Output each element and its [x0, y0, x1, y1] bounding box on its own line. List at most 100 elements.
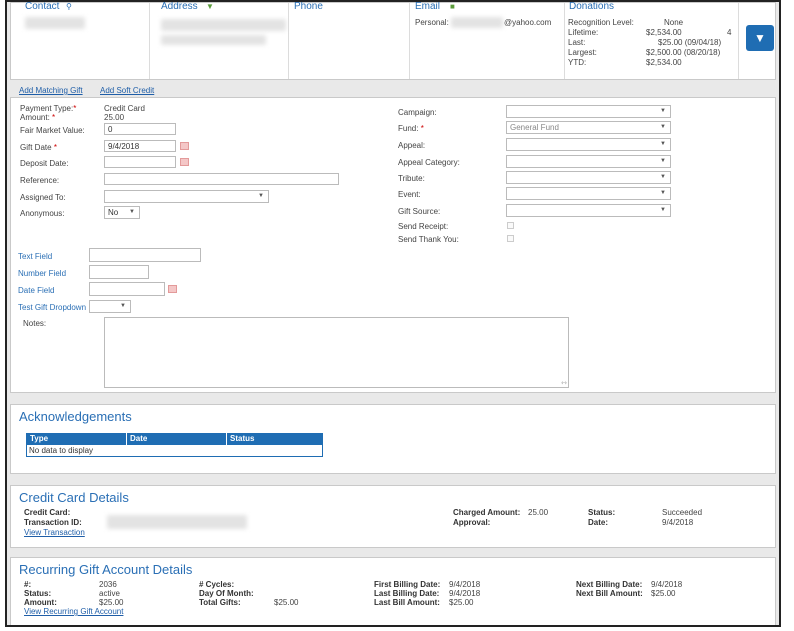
required-marker: * [73, 104, 77, 113]
recurring-amount-label: Amount: [24, 598, 57, 607]
calendar-icon[interactable] [180, 158, 189, 166]
contact-label: Contact [25, 1, 60, 12]
view-transaction-link[interactable]: View Transaction [24, 528, 85, 537]
chevron-down-icon: ▼ [754, 31, 766, 45]
test-gift-dropdown-label: Test Gift Dropdown [18, 303, 87, 312]
payment-type-label: Payment Type:* [20, 104, 76, 113]
recurring-gift-panel: Recurring Gift Account Details #: 2036 S… [10, 557, 776, 625]
resize-handle-icon[interactable]: ⇿ [561, 379, 567, 387]
calendar-icon[interactable] [168, 285, 177, 293]
largest-label: Largest: [568, 48, 597, 57]
last-label: Last: [568, 38, 586, 47]
column-date[interactable]: Date [130, 434, 147, 443]
notes-textarea[interactable]: ⇿ [104, 317, 569, 388]
recognition-level-value: None [664, 18, 684, 27]
date-field-input[interactable] [89, 282, 165, 296]
last-billing-value: 9/4/2018 [449, 589, 481, 598]
divider [409, 3, 410, 79]
gift-date-label-text: Gift Date [20, 143, 52, 152]
transaction-id-label: Transaction ID: [24, 518, 82, 527]
recognition-level-label: Recognition Level: [568, 18, 634, 27]
lifetime-count: 4 [727, 28, 732, 37]
last-billing-label: Last Billing Date: [374, 589, 440, 598]
number-field-label: Number Field [18, 269, 67, 278]
appeal-category-select[interactable]: ▼ [506, 155, 671, 168]
largest-value: $2,500.00 (08/20/18) [646, 48, 721, 57]
anonymous-label: Anonymous: [20, 209, 65, 218]
credit-card-title: Credit Card Details [19, 490, 129, 505]
column-divider [226, 433, 227, 445]
fund-select[interactable]: General Fund ▼ [506, 121, 671, 134]
total-gifts-label: Total Gifts: [199, 598, 241, 607]
column-status[interactable]: Status [230, 434, 254, 443]
anonymous-select[interactable]: No ▼ [104, 206, 140, 219]
add-icon[interactable]: ■ [450, 2, 455, 11]
lifetime-label: Lifetime: [568, 28, 599, 37]
payment-type-label-text: Payment Type: [20, 104, 74, 113]
fair-market-input[interactable]: 0 [104, 123, 176, 135]
first-billing-label: First Billing Date: [374, 580, 441, 589]
fund-value: General Fund [510, 123, 559, 132]
column-type[interactable]: Type [30, 434, 48, 443]
campaign-select[interactable]: ▼ [506, 105, 671, 118]
text-field-label: Text Field [18, 252, 53, 261]
gift-source-select[interactable]: ▼ [506, 204, 671, 217]
empty-message: No data to display [29, 446, 94, 455]
tribute-select[interactable]: ▼ [506, 171, 671, 184]
amount-label-text: Amount: [20, 113, 50, 122]
add-soft-credit-link[interactable]: Add Soft Credit [100, 86, 154, 95]
amount-label: Amount: * [20, 113, 55, 122]
constituent-header: Contact ⚲ Address ▼ Phone Email ■ Person… [10, 2, 776, 80]
edit-icon[interactable]: ▼ [206, 2, 214, 11]
divider [564, 3, 565, 79]
acknowledgements-grid-header: Type Date Status [26, 433, 323, 445]
dropdown-caret-icon: ▼ [660, 158, 666, 164]
donations-label: Donations [569, 1, 615, 12]
gift-detail-window: Contact ⚲ Address ▼ Phone Email ■ Person… [5, 0, 781, 627]
recurring-status-value: active [99, 589, 120, 598]
amount-value: 25.00 [104, 113, 125, 122]
acknowledgements-panel: Acknowledgements Type Date Status No dat… [10, 404, 776, 474]
required-marker: * [420, 124, 424, 133]
search-icon[interactable]: ⚲ [66, 2, 72, 11]
send-thank-you-checkbox[interactable] [507, 235, 514, 242]
credit-card-panel: Credit Card Details Credit Card: Transac… [10, 485, 776, 548]
dropdown-caret-icon: ▼ [660, 190, 666, 196]
gift-form-panel: Payment Type:* Credit Card Amount: * 25.… [10, 97, 776, 393]
number-field-input[interactable] [89, 265, 149, 279]
send-thank-you-label: Send Thank You: [398, 235, 459, 244]
ytd-value: $2,534.00 [646, 58, 682, 67]
next-billing-value: 9/4/2018 [651, 580, 683, 589]
address-label: Address [161, 1, 198, 12]
reference-input[interactable] [104, 173, 339, 185]
last-value: $25.00 (09/04/18) [658, 38, 722, 47]
anonymous-value: No [108, 208, 119, 217]
appeal-select[interactable]: ▼ [506, 138, 671, 151]
transaction-id-redacted [107, 515, 247, 529]
charged-amount-label: Charged Amount: [453, 508, 521, 517]
text-field-input[interactable] [89, 248, 201, 262]
email-label: Email [415, 1, 441, 12]
contact-name-redacted [25, 17, 85, 29]
calendar-icon[interactable] [180, 142, 189, 150]
expand-button[interactable]: ▼ [746, 25, 774, 51]
assigned-to-select[interactable]: ▼ [104, 190, 269, 203]
status-label: Status: [588, 508, 616, 517]
next-bill-amount-label: Next Bill Amount: [576, 589, 643, 598]
add-matching-gift-link[interactable]: Add Matching Gift [19, 86, 83, 95]
view-recurring-account-link[interactable]: View Recurring Gift Account [24, 607, 123, 616]
gift-date-input[interactable]: 9/4/2018 [104, 140, 176, 152]
total-gifts-value: $25.00 [274, 598, 299, 607]
tribute-label: Tribute: [398, 174, 425, 183]
appeal-label: Appeal: [398, 141, 426, 150]
event-select[interactable]: ▼ [506, 187, 671, 200]
assigned-to-label: Assigned To: [20, 193, 66, 202]
divider [738, 3, 739, 79]
gift-source-label: Gift Source: [398, 207, 441, 216]
last-bill-amount-label: Last Bill Amount: [374, 598, 440, 607]
recurring-amount-value: $25.00 [99, 598, 124, 607]
send-receipt-label: Send Receipt: [398, 222, 449, 231]
test-gift-dropdown-select[interactable]: ▼ [89, 300, 131, 313]
send-receipt-checkbox[interactable] [507, 222, 514, 229]
deposit-date-input[interactable] [104, 156, 176, 168]
